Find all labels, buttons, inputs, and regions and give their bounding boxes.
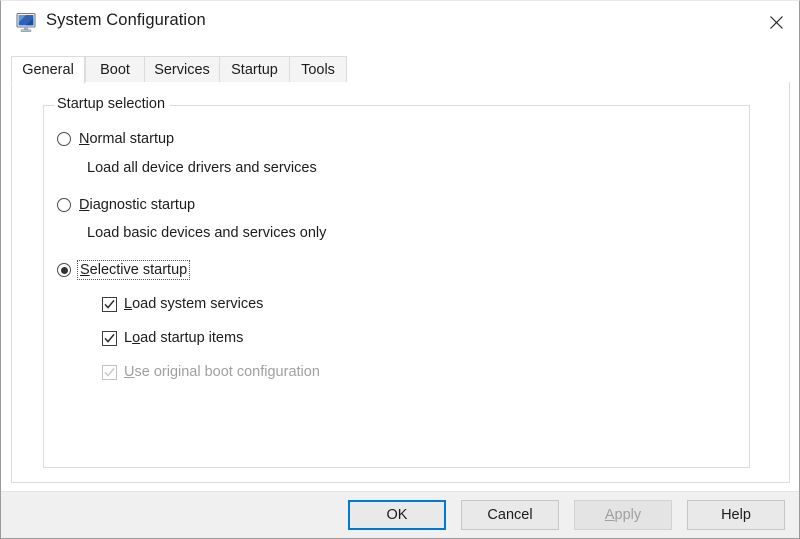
accesskey-load-startup-items: o <box>132 330 141 346</box>
checkbox-load-startup-items-label: Load startup items <box>124 330 244 346</box>
startup-selection-label: Startup selection <box>54 96 171 112</box>
cancel-button[interactable]: Cancel <box>461 500 559 530</box>
cancel-button-label: Cancel <box>487 507 533 523</box>
close-icon[interactable] <box>753 1 799 43</box>
tab-boot-label: Boot <box>100 61 130 78</box>
tab-startup[interactable]: Startup <box>219 56 290 83</box>
tab-startup-label: Startup <box>231 61 278 78</box>
window-title: System Configuration <box>46 11 206 29</box>
tab-strip: General Boot Services Startup Tools <box>11 56 790 84</box>
radio-normal-startup-label: Normal startup <box>79 131 175 147</box>
checkbox-load-system-services-mark <box>102 296 117 312</box>
dialog-footer: OK Cancel Apply Help <box>1 491 799 538</box>
checkbox-use-original-boot-configuration-label: Use original boot configuration <box>124 364 320 380</box>
checkbox-load-startup-items-mark <box>102 330 117 346</box>
ok-button-label: OK <box>386 507 408 523</box>
radio-diagnostic-startup-label: Diagnostic startup <box>79 197 196 213</box>
checkbox-load-system-services-label: Load system services <box>124 296 264 312</box>
tab-content-general: Startup selection Normal startup Load al… <box>11 82 790 483</box>
checkbox-use-original-boot-configuration: Use original boot configuration <box>102 364 320 380</box>
accesskey-selective: S <box>80 262 90 278</box>
help-button-label: Help <box>721 507 751 523</box>
accesskey-diagnostic: D <box>79 197 90 213</box>
title-bar: System Configuration <box>1 1 799 45</box>
checkbox-load-system-services[interactable]: Load system services <box>102 296 263 312</box>
apply-button-label: Apply <box>604 507 642 523</box>
checkbox-load-startup-items[interactable]: Load startup items <box>102 330 243 346</box>
tab-tools-label: Tools <box>301 61 335 78</box>
tab-services-label: Services <box>154 61 210 78</box>
radio-normal-startup-mark <box>57 132 71 146</box>
checkbox-use-original-boot-configuration-mark <box>102 364 117 380</box>
tab-tools[interactable]: Tools <box>289 56 347 83</box>
radio-selective-startup-label: Selective startup <box>76 260 191 280</box>
tab-general[interactable]: General <box>11 56 85 84</box>
tab-boot[interactable]: Boot <box>85 56 145 83</box>
accesskey-normal: N <box>79 131 90 147</box>
radio-diagnostic-startup[interactable]: Diagnostic startup <box>57 197 195 213</box>
system-configuration-window: System Configuration General Boot Servic… <box>0 0 800 539</box>
accesskey-use-original: U <box>124 364 135 380</box>
hint-diagnostic-startup: Load basic devices and services only <box>87 225 327 241</box>
accesskey-load-system-services: L <box>124 296 133 312</box>
system-configuration-monitor-icon <box>14 10 38 34</box>
apply-button: Apply <box>574 500 672 530</box>
help-button[interactable]: Help <box>687 500 785 530</box>
tab-services[interactable]: Services <box>144 56 220 83</box>
radio-normal-startup[interactable]: Normal startup <box>57 131 174 147</box>
radio-diagnostic-startup-mark <box>57 198 71 212</box>
tab-general-label: General <box>22 62 74 78</box>
hint-normal-startup: Load all device drivers and services <box>87 160 317 176</box>
ok-button[interactable]: OK <box>348 500 446 530</box>
accesskey-apply: A <box>604 507 615 523</box>
radio-selective-startup[interactable]: Selective startup <box>57 260 191 280</box>
startup-selection-groupbox: Startup selection Normal startup Load al… <box>43 96 750 468</box>
radio-selective-startup-mark <box>57 263 71 277</box>
